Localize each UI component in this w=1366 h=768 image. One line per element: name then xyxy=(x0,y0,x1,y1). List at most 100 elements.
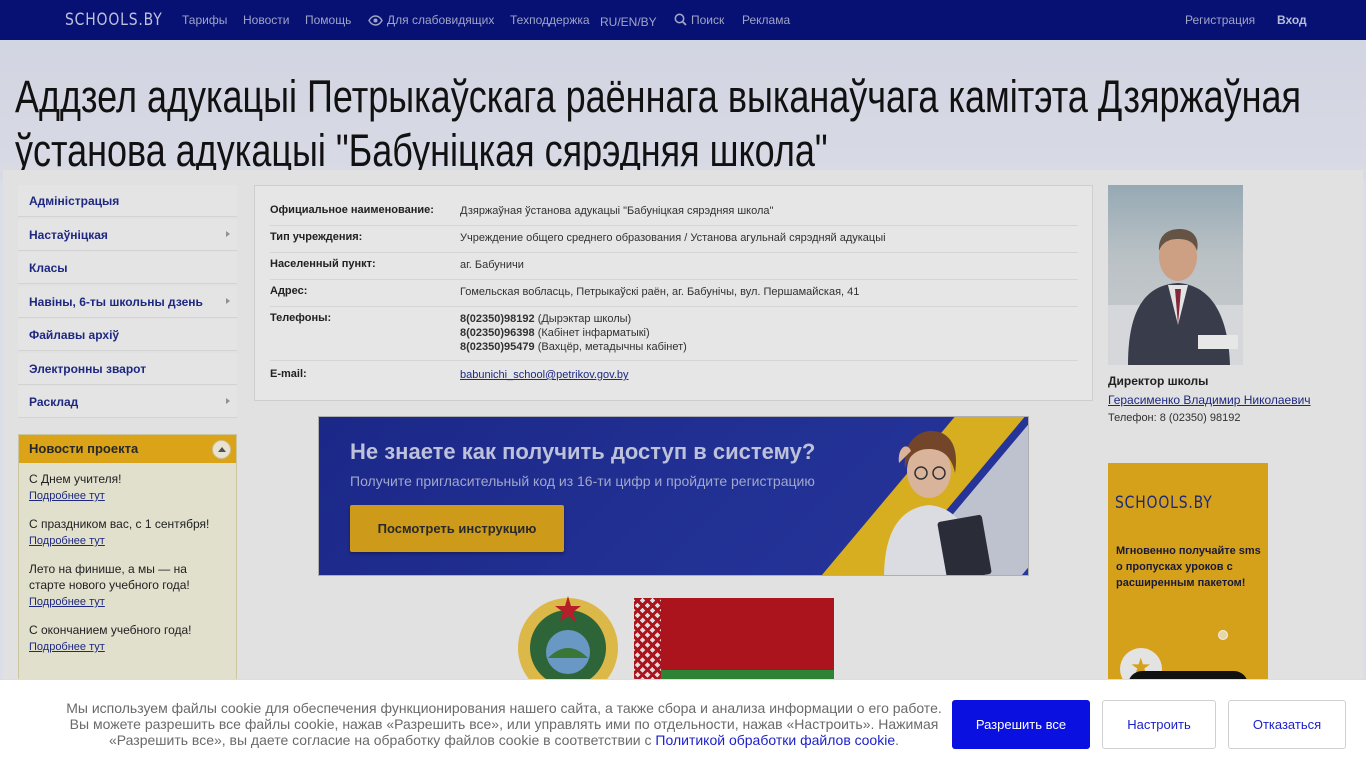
eye-icon xyxy=(368,15,383,26)
ad-logo: SCHOOLS.BY xyxy=(1115,493,1213,513)
table-row: Официальное наименование: Дзяржаўная ўст… xyxy=(270,204,1078,226)
director-role: Директор школы xyxy=(1108,374,1209,388)
table-row: E-mail: babunichi_school@petrikov.gov.by xyxy=(270,368,1078,388)
register-link[interactable]: Регистрация xyxy=(1185,13,1255,27)
info-label: Телефоны: xyxy=(270,312,332,324)
nav-accessibility[interactable]: Для слабовидящих xyxy=(368,13,494,27)
nav-help[interactable]: Помощь xyxy=(305,13,351,27)
decline-button[interactable]: Отказаться xyxy=(1228,700,1346,749)
sidebar-item-label: Настаўніцкая xyxy=(29,227,108,242)
news-text: С окончанием учебного года! xyxy=(29,623,192,637)
news-more-link[interactable]: Подробнее тут xyxy=(29,490,226,502)
info-label: Официальное наименование: xyxy=(270,204,434,216)
table-row: Телефоны: 8(02350)98192 (Дырэктар школы)… xyxy=(270,312,1078,361)
access-banner[interactable]: Не знаете как получить доступ в систему?… xyxy=(318,416,1029,576)
phone-number[interactable]: 8(02350)96398 xyxy=(460,327,535,339)
info-label: Адрес: xyxy=(270,285,308,297)
nav-ads[interactable]: Реклама xyxy=(742,13,790,27)
search-icon xyxy=(674,13,687,26)
list-item: С окончанием учебного года! Подробнее ту… xyxy=(29,622,226,653)
phone-note: (Дырэктар школы) xyxy=(537,313,632,325)
phone-number[interactable]: 8(02350)95479 xyxy=(460,341,535,353)
chevron-right-icon xyxy=(226,230,230,237)
phone-note: (Кабінет інфарматыкі) xyxy=(537,327,650,339)
sidebar-item-administration[interactable]: Адміністрацыя xyxy=(18,185,237,217)
cookie-policy-link[interactable]: Политикой обработки файлов cookie xyxy=(655,732,895,748)
view-instructions-button[interactable]: Посмотреть инструкцию xyxy=(350,505,564,552)
nav-news[interactable]: Новости xyxy=(243,13,289,27)
phone-list: 8(02350)98192 (Дырэктар школы) 8(02350)9… xyxy=(460,312,687,354)
sidebar-item-label: Навіны, 6-ты школьны дзень xyxy=(29,294,203,309)
phone-number[interactable]: 8(02350)98192 xyxy=(460,313,535,325)
sidebar-item-label: Файлавы архіў xyxy=(29,328,120,342)
list-item: С праздником вас, с 1 сентября! Подробне… xyxy=(29,516,226,547)
phone-entry: 8(02350)95479 (Вахцёр, метадычны кабінет… xyxy=(460,340,687,354)
nav-search-label: Поиск xyxy=(691,13,725,27)
person-illustration-icon xyxy=(884,431,992,575)
school-info-card: Официальное наименование: Дзяржаўная ўст… xyxy=(254,185,1093,401)
director-photo xyxy=(1108,185,1243,365)
school-header: Аддзел адукацыі Петрыкаўскага раённага в… xyxy=(0,40,1366,180)
table-row: Адрес: Гомельская вобласць, Петрыкаўскі … xyxy=(270,285,1078,307)
list-item: С Днем учителя! Подробнее тут xyxy=(29,471,226,502)
news-text: Лето на финише, а мы — на старте нового … xyxy=(29,562,190,592)
ad-text: Мгновенно получайте sms о пропусках урок… xyxy=(1116,545,1261,589)
project-news-panel: Новости проекта С Днем учителя! Подробне… xyxy=(18,434,237,694)
info-value: Гомельская вобласць, Петрыкаўскі раён, а… xyxy=(460,286,860,298)
project-news-title: Новости проекта xyxy=(29,441,139,456)
cookie-suffix: . xyxy=(895,732,900,748)
info-label: E-mail: xyxy=(270,368,307,380)
sidebar-item-classes[interactable]: Класы xyxy=(18,252,237,284)
page-title: Аддзел адукацыі Петрыкаўскага раённага в… xyxy=(15,71,1302,176)
collapse-toggle-icon[interactable] xyxy=(212,440,231,459)
list-item: Лето на финише, а мы — на старте нового … xyxy=(29,561,226,608)
nav-support[interactable]: Техподдержка xyxy=(510,13,590,27)
login-link[interactable]: Вход xyxy=(1277,13,1307,27)
info-value: аг. Бабуничи xyxy=(460,259,524,271)
phone-entry: 8(02350)96398 (Кабінет інфарматыкі) xyxy=(460,326,687,340)
sidebar-item-e-appeal[interactable]: Электронны зварот xyxy=(18,352,237,385)
info-label: Тип учреждения: xyxy=(270,231,363,243)
info-value: babunichi_school@petrikov.gov.by xyxy=(460,368,629,382)
nav-search[interactable]: Поиск xyxy=(674,13,724,27)
site-logo[interactable]: SCHOOLS.BY xyxy=(65,10,163,30)
director-portrait-icon xyxy=(1108,229,1243,365)
sidebar-item-label: Класы xyxy=(29,261,68,275)
sidebar-menu: Адміністрацыя Настаўніцкая Класы Навіны,… xyxy=(18,185,237,420)
table-row: Тип учреждения: Учреждение общего средне… xyxy=(270,231,1078,253)
phone-entry: 8(02350)98192 (Дырэктар школы) xyxy=(460,312,687,326)
nav-tariffs[interactable]: Тарифы xyxy=(182,13,227,27)
cookie-text: Мы используем файлы cookie для обеспечен… xyxy=(60,700,948,748)
table-row: Населенный пункт: аг. Бабуничи xyxy=(270,258,1078,280)
sms-ad-banner[interactable]: SCHOOLS.BY Мгновенно получайте sms о про… xyxy=(1108,463,1268,703)
news-text: С Днем учителя! xyxy=(29,472,122,486)
news-more-link[interactable]: Подробнее тут xyxy=(29,641,226,653)
language-switcher[interactable]: RU/EN/BY xyxy=(600,15,657,29)
phone-note: (Вахцёр, метадычны кабінет) xyxy=(537,341,687,353)
banner-subtitle: Получите пригласительный код из 16-ти ци… xyxy=(350,473,815,489)
news-text: С праздником вас, с 1 сентября! xyxy=(29,517,210,531)
sidebar-item-teachers[interactable]: Настаўніцкая xyxy=(18,218,237,251)
news-more-link[interactable]: Подробнее тут xyxy=(29,535,226,547)
info-label: Населенный пункт: xyxy=(270,258,376,270)
info-value: Учреждение общего среднего образования /… xyxy=(460,232,886,244)
allow-all-button[interactable]: Разрешить все xyxy=(952,700,1090,749)
sparkle-icon xyxy=(1218,630,1228,640)
chevron-right-icon xyxy=(226,398,230,404)
email-link[interactable]: babunichi_school@petrikov.gov.by xyxy=(460,369,629,381)
sidebar-item-file-archive[interactable]: Файлавы архіў xyxy=(18,319,237,351)
news-more-link[interactable]: Подробнее тут xyxy=(29,596,226,608)
director-phone: Телефон: 8 (02350) 98192 xyxy=(1108,412,1241,424)
project-news-header: Новости проекта xyxy=(19,435,236,463)
sidebar-item-label: Электронны зварот xyxy=(29,361,147,376)
info-value: Дзяржаўная ўстанова адукацыі "Бабуніцкая… xyxy=(460,205,774,217)
configure-button[interactable]: Настроить xyxy=(1102,700,1216,749)
nav-accessibility-label: Для слабовидящих xyxy=(387,13,495,27)
chevron-right-icon xyxy=(226,297,230,304)
banner-title: Не знаете как получить доступ в систему? xyxy=(350,439,816,464)
state-emblem-icon xyxy=(518,596,618,685)
sidebar-item-news[interactable]: Навіны, 6-ты школьны дзень xyxy=(18,285,237,318)
sidebar-item-schedule[interactable]: Расклад xyxy=(18,386,237,418)
director-name-link[interactable]: Герасименко Владимир Николаевич xyxy=(1108,393,1311,407)
sidebar-item-label: Расклад xyxy=(29,395,79,409)
